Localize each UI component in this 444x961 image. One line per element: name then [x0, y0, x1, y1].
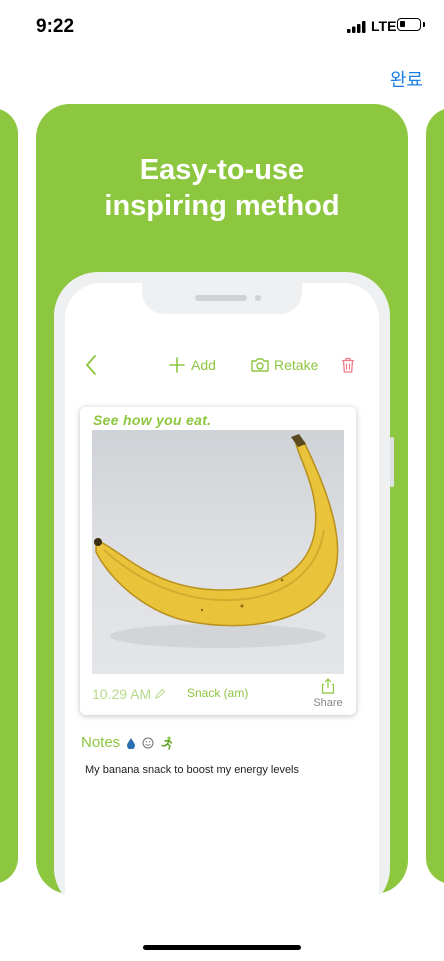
- next-screenshot-card[interactable]: [426, 108, 444, 884]
- retake-label: Retake: [274, 357, 319, 373]
- banana-image: [94, 434, 339, 648]
- screenshot-card[interactable]: Easy-to-use inspiring method Add Retake …: [36, 104, 408, 894]
- add-button[interactable]: Add: [169, 357, 216, 373]
- share-icon: [321, 678, 335, 694]
- plus-icon: [169, 357, 185, 373]
- smiley-icon[interactable]: [142, 737, 154, 749]
- notes-header: Notes: [81, 734, 174, 751]
- phone-side-button: [390, 437, 394, 487]
- add-label: Add: [191, 357, 216, 373]
- status-bar: 9:22 LTE: [0, 0, 444, 56]
- runner-icon[interactable]: [160, 736, 174, 750]
- pencil-icon: [155, 688, 166, 699]
- entry-time-value: 10.29 AM: [92, 686, 152, 702]
- food-photo[interactable]: [92, 430, 344, 674]
- previous-screenshot-card[interactable]: [0, 108, 18, 884]
- app-toolbar: Add Retake: [65, 355, 379, 379]
- battery-icon: [397, 18, 425, 31]
- share-label: Share: [313, 697, 343, 709]
- phone-screen: Add Retake See how you eat. 10.29 AM Sna…: [65, 283, 379, 894]
- trash-icon[interactable]: [341, 357, 355, 373]
- headline-line-2: inspiring method: [104, 190, 340, 222]
- retake-button[interactable]: Retake: [250, 357, 318, 373]
- screenshot-headline: Easy-to-use inspiring method: [36, 152, 408, 224]
- notes-label: Notes: [81, 734, 121, 751]
- done-button[interactable]: 완료: [390, 66, 423, 92]
- photo-card[interactable]: See how you eat. 10.29 AM Snack (am) Sha…: [80, 407, 356, 715]
- signal-icon: [347, 21, 366, 33]
- camera-icon: [251, 358, 269, 372]
- phone-mockup: Add Retake See how you eat. 10.29 AM Sna…: [54, 272, 394, 894]
- photo-card-title: See how you eat.: [93, 412, 212, 428]
- note-text[interactable]: My banana snack to boost my energy level…: [85, 764, 299, 776]
- network-type: LTE: [371, 18, 397, 34]
- status-time: 9:22: [36, 16, 75, 37]
- home-indicator[interactable]: [143, 945, 301, 950]
- meal-type[interactable]: Snack (am): [187, 686, 248, 700]
- phone-notch: [142, 283, 302, 314]
- entry-time[interactable]: 10.29 AM: [92, 686, 166, 702]
- water-drop-icon[interactable]: [126, 737, 136, 749]
- back-chevron-icon[interactable]: [85, 355, 97, 375]
- share-button[interactable]: Share: [312, 678, 344, 709]
- headline-line-1: Easy-to-use: [139, 154, 305, 186]
